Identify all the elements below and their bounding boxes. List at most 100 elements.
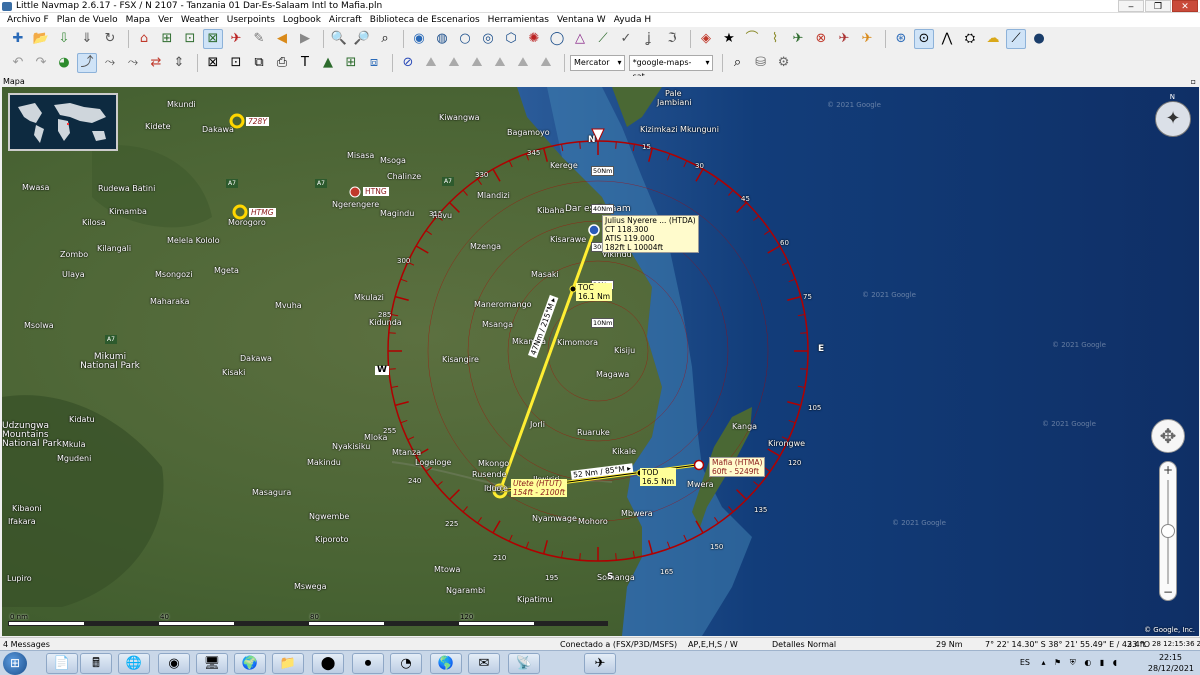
center-flightplan-icon[interactable]: ⊞ <box>157 29 177 49</box>
menu-tools[interactable]: Herramientas <box>484 13 553 27</box>
track-icon[interactable]: ʝ <box>639 29 659 49</box>
map-search-icon[interactable]: ⌕ <box>728 53 748 73</box>
online-aircraft-icon[interactable]: ✈ <box>857 29 877 49</box>
airport-filter-icon[interactable]: ◉ <box>409 29 429 49</box>
map-view[interactable]: N ✦ ✥ + − Mkundi Kidete Dakawa Misasa Msoga C… <box>2 87 1199 636</box>
grid-icon[interactable]: ⊛ <box>891 29 911 49</box>
zoom-out-icon[interactable]: 🔎 <box>352 29 372 49</box>
ai-aircraft-icon[interactable]: ✈ <box>834 29 854 49</box>
delete-leg-icon[interactable]: ⊠ <box>203 53 223 73</box>
taskbar-app-icon[interactable]: ◔ <box>390 653 422 674</box>
procedure-icon[interactable]: ℑ <box>662 29 682 49</box>
map-image-icon[interactable]: ▲ <box>318 53 338 73</box>
zoom-in-icon[interactable]: 🔍 <box>329 29 349 49</box>
fit-icon[interactable]: ⊡ <box>180 29 200 49</box>
ndb-icon[interactable]: ✺ <box>524 29 544 49</box>
menu-help[interactable]: Ayuda H <box>610 13 655 27</box>
taskbar-app-icon[interactable]: 🌍 <box>234 653 266 674</box>
save-icon[interactable]: ⇩ <box>54 29 74 49</box>
forward-icon[interactable]: ▶ <box>295 29 315 49</box>
menu-view[interactable]: Ver <box>154 13 177 27</box>
dakawa-airport-label[interactable]: 728Y <box>246 117 269 126</box>
reload-icon[interactable]: ↻ <box>100 29 120 49</box>
database-icon[interactable]: ⛁ <box>751 53 771 73</box>
jet-airway-icon[interactable]: ✓ <box>616 29 636 49</box>
taskbar-app-icon[interactable]: 📄 <box>46 653 78 674</box>
new-flightplan-icon[interactable]: ✚ <box>8 29 28 49</box>
save-as-icon[interactable]: ⇓ <box>77 29 97 49</box>
terrain-icon-4[interactable]: ⛰ <box>490 53 510 73</box>
map-layers-icon[interactable]: ⧈ <box>364 53 384 73</box>
taskbar-app-icon[interactable]: ⏺ <box>352 653 384 674</box>
userpoint-icon[interactable]: ◈ <box>696 29 716 49</box>
dock-close-icon[interactable]: ▫ <box>1191 76 1196 87</box>
map-text-icon[interactable]: T <box>295 53 315 73</box>
terrain-icon-2[interactable]: ⛰ <box>444 53 464 73</box>
projection-select[interactable]: Mercator <box>570 55 625 71</box>
ils-icon[interactable]: △ <box>570 29 590 49</box>
zoom-knob[interactable] <box>1161 524 1175 538</box>
erase-track-icon[interactable]: ✎ <box>249 29 269 49</box>
zoom-slider[interactable]: + − <box>1159 461 1177 601</box>
reverse-route-icon[interactable]: ⇄ <box>146 53 166 73</box>
menu-window[interactable]: Ventana W <box>553 13 610 27</box>
ai-vehicles-icon[interactable]: ✈ <box>788 29 808 49</box>
adjust-altitude-icon[interactable]: ⇕ <box>169 53 189 73</box>
airport-soft-icon[interactable]: ◍ <box>432 29 452 49</box>
calc-route-icon[interactable]: ◕ <box>54 53 74 73</box>
htma-label[interactable]: Mafia (HTMA) 60ft - 5249ft <box>709 457 766 477</box>
mora-icon[interactable]: ⋀ <box>937 29 957 49</box>
taskbar-app-icon[interactable]: ✈ <box>584 653 616 674</box>
back-icon[interactable]: ◀ <box>272 29 292 49</box>
zoom-plus-icon[interactable]: + <box>1160 463 1176 477</box>
sun-shading-icon[interactable]: ⛭ <box>960 29 980 49</box>
direct-route-icon[interactable]: ⤳ <box>100 53 120 73</box>
redo-icon[interactable]: ↷ <box>31 53 51 73</box>
vor-icon[interactable]: ⬡ <box>501 29 521 49</box>
taskbar-app-icon[interactable]: 📡 <box>508 653 540 674</box>
taskbar-app-icon[interactable]: ⬤ <box>312 653 344 674</box>
taskbar-app-icon[interactable]: 🌎 <box>430 653 462 674</box>
taskbar-app-icon[interactable]: 🖥 <box>196 653 228 674</box>
pan-control-icon[interactable]: ✥ <box>1151 419 1185 453</box>
terrain-icon-5[interactable]: ⛰ <box>513 53 533 73</box>
menu-map[interactable]: Mapa <box>122 13 155 27</box>
terrain-icon-3[interactable]: ⛰ <box>467 53 487 73</box>
ngerengere-airport-label[interactable]: HTNG <box>363 187 389 196</box>
language-indicator[interactable]: ES <box>1020 658 1030 667</box>
map-mode-icon[interactable]: ⊘ <box>398 53 418 73</box>
taskbar-app-icon[interactable]: ✉ <box>468 653 500 674</box>
airport-empty-icon[interactable]: ○ <box>455 29 475 49</box>
zoom-minus-icon[interactable]: − <box>1160 585 1176 599</box>
terrain-icon-1[interactable]: ⛰ <box>421 53 441 73</box>
minimize-button[interactable]: ‒ <box>1118 0 1144 12</box>
menu-weather[interactable]: Weather <box>177 13 223 27</box>
compass-rose-icon[interactable]: ⊙ <box>914 29 934 49</box>
taskbar-app-icon[interactable]: 🌐 <box>118 653 150 674</box>
aircraft-track-icon[interactable]: ✈ <box>226 29 246 49</box>
morogoro-airport-label[interactable]: HTMG <box>249 208 276 217</box>
map-print-icon[interactable]: ⎙ <box>272 53 292 73</box>
menu-logbook[interactable]: Logbook <box>279 13 325 27</box>
taskbar-app-icon[interactable]: 📁 <box>272 653 304 674</box>
search-icon[interactable]: ⌕ <box>375 29 395 49</box>
open-folder-icon[interactable]: 📂 <box>31 29 51 49</box>
victor-airway-icon[interactable]: ⟋ <box>593 29 613 49</box>
weather-icon[interactable]: ☁ <box>983 29 1003 49</box>
compass-icon[interactable]: ✦ <box>1155 101 1191 137</box>
menu-file[interactable]: Archivo F <box>3 13 53 27</box>
globe-icon[interactable]: ● <box>1029 29 1049 49</box>
menu-userpoints[interactable]: Userpoints <box>223 13 279 27</box>
tray-time[interactable]: 22:15 <box>1159 653 1182 662</box>
menu-flightplan[interactable]: Plan de Vuelo <box>53 13 122 27</box>
home-icon[interactable]: ⌂ <box>134 29 154 49</box>
measure-icon[interactable]: ⟋ <box>1006 29 1026 49</box>
tray-icons[interactable]: ▴ ⚑ ⛨ ◐ ▮ ◖ <box>1042 658 1121 668</box>
edit-route-icon[interactable]: ⤴ <box>77 53 97 73</box>
start-button[interactable]: ⊞ <box>3 652 27 675</box>
map-export-icon[interactable]: ⊞ <box>341 53 361 73</box>
htda-label[interactable]: Julius Nyerere ... (HTDA) CT 118.300 ATI… <box>602 215 699 253</box>
airway-route-icon[interactable]: ⤳ <box>123 53 143 73</box>
taskbar-app-icon[interactable]: 🖩 <box>80 653 112 674</box>
close-button[interactable]: ✕ <box>1172 0 1198 12</box>
